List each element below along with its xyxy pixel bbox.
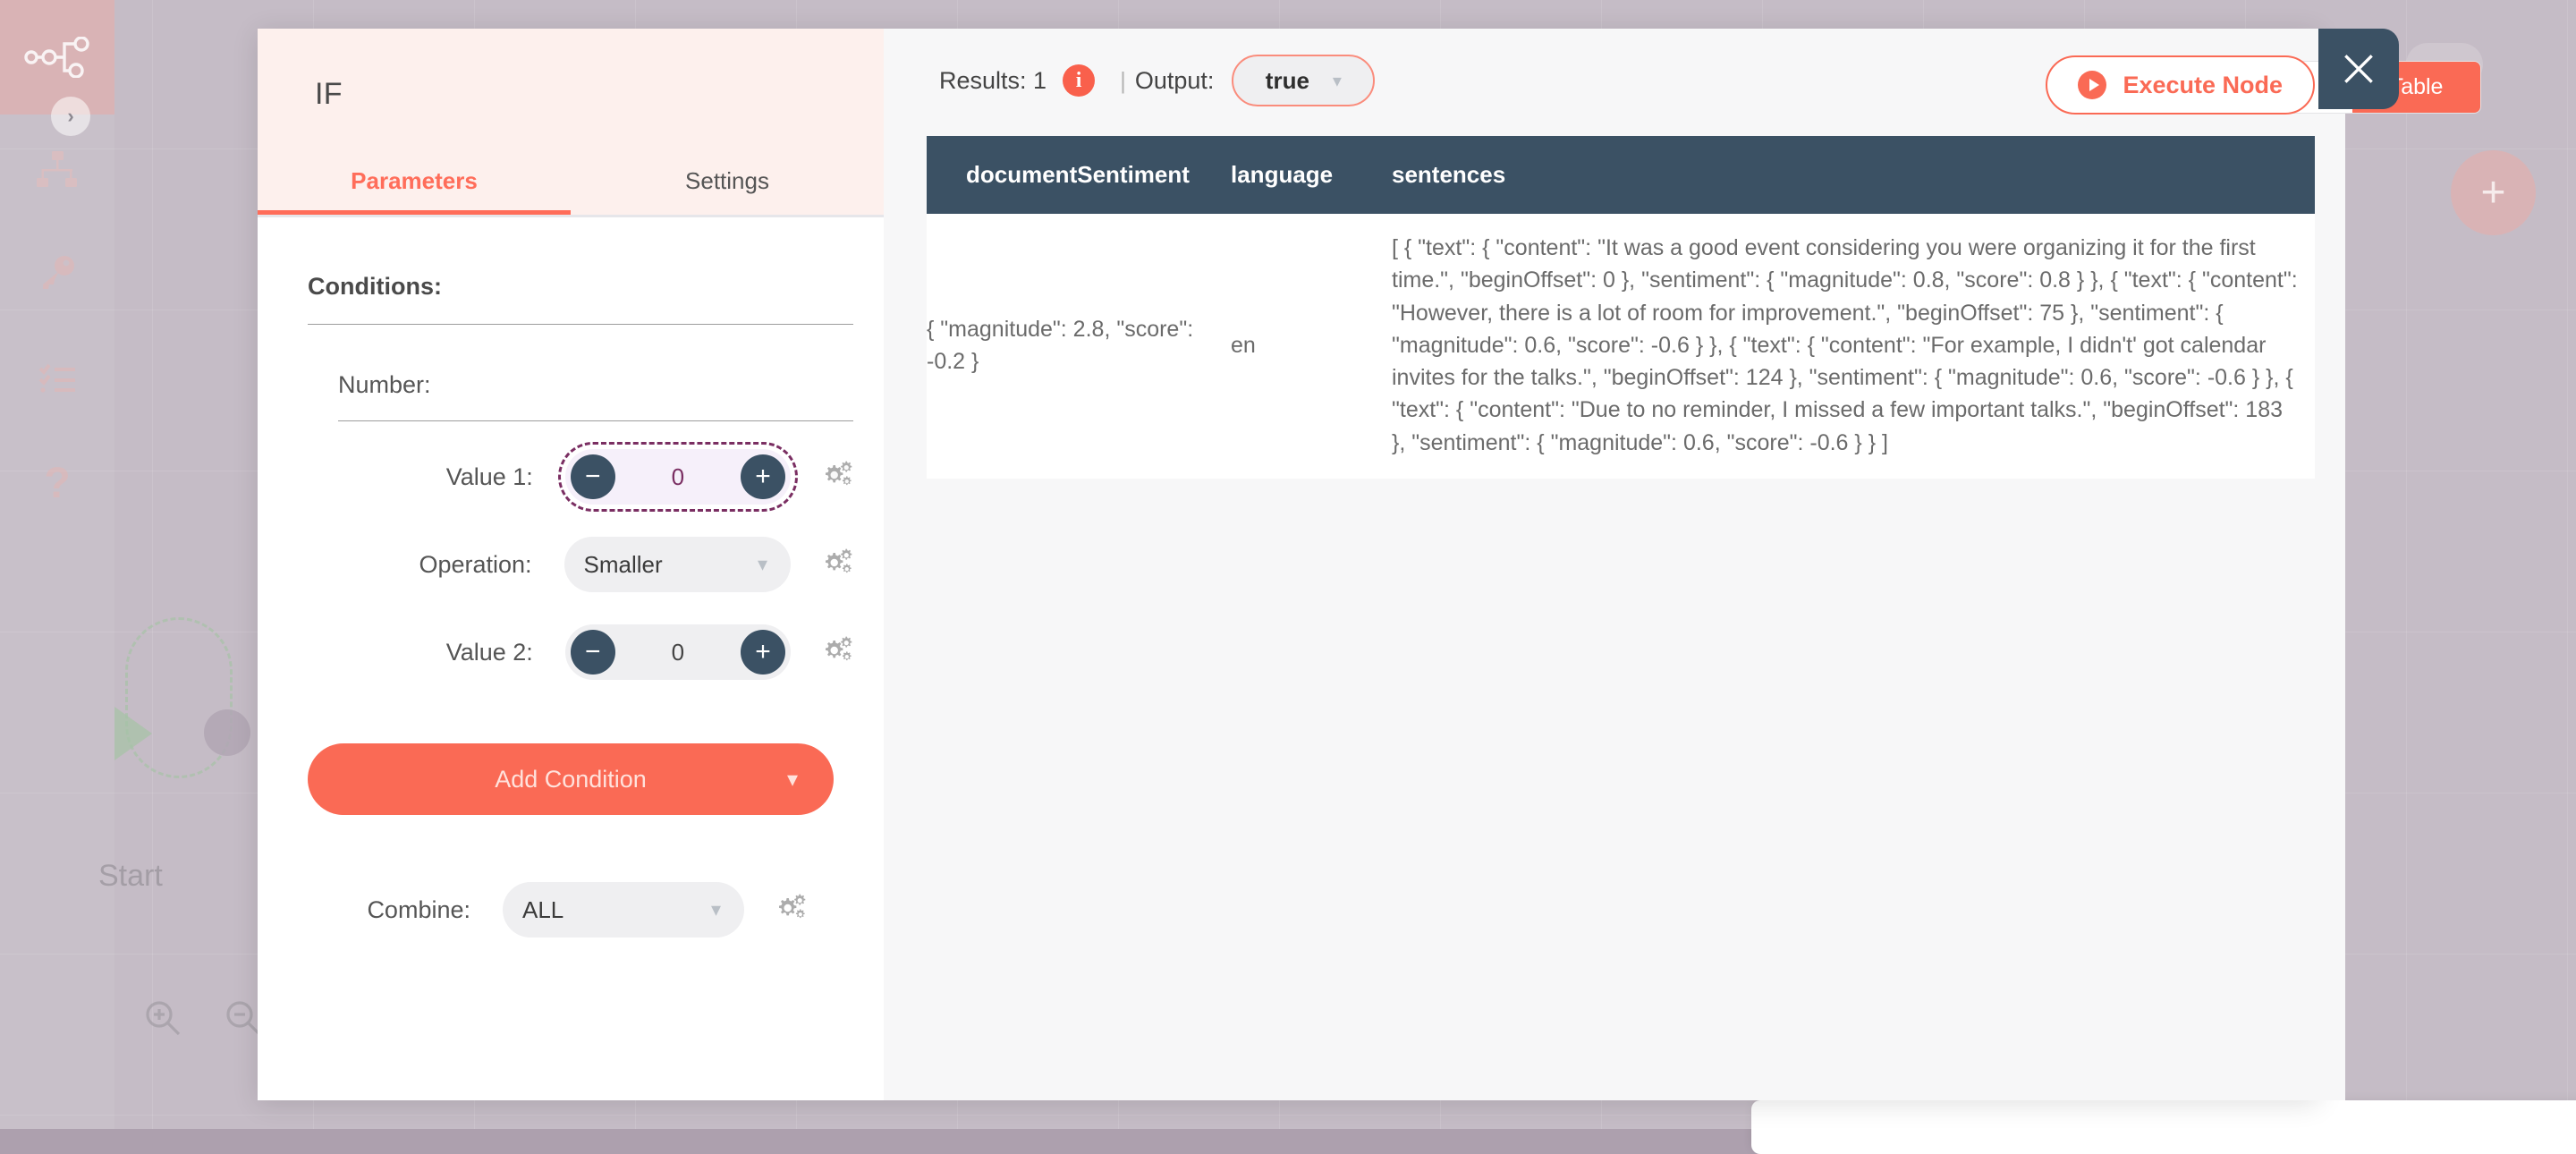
value1-decrement-button[interactable]: − xyxy=(571,454,615,499)
sidebar-expand-button[interactable]: › xyxy=(51,97,90,136)
value2-decrement-button[interactable]: − xyxy=(571,630,615,675)
start-node-label: Start xyxy=(98,859,163,894)
plus-icon: + xyxy=(2480,168,2505,217)
app-sidebar: › ? xyxy=(0,0,114,1129)
output-branch-value: true xyxy=(1266,67,1309,95)
operation-value: Smaller xyxy=(584,551,663,579)
parameter-row-operation: Operation: Smaller ▾ xyxy=(288,532,853,597)
gears-icon[interactable] xyxy=(821,547,853,582)
value2-stepper[interactable]: − 0 + xyxy=(565,624,791,680)
combine-label: Combine: xyxy=(288,896,503,924)
combine-select[interactable]: ALL ▾ xyxy=(503,882,744,938)
execute-node-label: Execute Node xyxy=(2123,72,2283,99)
parameters-body: Conditions: Number: Value 1: − 0 + xyxy=(258,217,884,942)
tab-parameters[interactable]: Parameters xyxy=(258,167,571,215)
zoom-in-icon[interactable] xyxy=(136,991,190,1045)
gears-icon[interactable] xyxy=(821,635,853,670)
divider xyxy=(308,324,853,325)
operation-select[interactable]: Smaller ▾ xyxy=(564,537,791,592)
value1-stepper[interactable]: − 0 + xyxy=(565,449,791,505)
column-header-language[interactable]: language xyxy=(1231,136,1392,214)
execute-node-button[interactable]: Execute Node xyxy=(2046,55,2315,115)
value2-increment-button[interactable]: + xyxy=(741,630,785,675)
value2-label: Value 2: xyxy=(288,639,565,666)
key-icon[interactable] xyxy=(0,246,114,300)
output-label: Output: xyxy=(1135,67,1215,95)
operation-label: Operation: xyxy=(288,551,564,579)
help-icon[interactable]: ? xyxy=(0,456,114,510)
node-detail-view: IF Parameters Settings Conditions: Numbe… xyxy=(258,29,2318,1100)
node-title: IF xyxy=(258,77,884,112)
combine-value: ALL xyxy=(522,896,564,924)
node-connector-dot[interactable] xyxy=(204,709,250,756)
checklist-icon[interactable] xyxy=(0,352,114,405)
add-node-button[interactable]: + xyxy=(2451,150,2536,235)
output-header: Results: 1 i | Output: true ▾ JSON Table… xyxy=(914,29,2315,132)
condition-group-label: Number: xyxy=(338,371,853,399)
results-count: Results: 1 xyxy=(939,67,1046,95)
table-row[interactable]: { "magnitude": 2.8, "score": -0.2 } en [… xyxy=(927,214,2315,479)
parameters-pane: IF Parameters Settings Conditions: Numbe… xyxy=(258,29,884,1100)
conditions-label: Conditions: xyxy=(308,273,853,301)
info-icon[interactable]: i xyxy=(1063,64,1095,97)
chevron-down-icon: ▾ xyxy=(711,898,721,921)
gears-icon[interactable] xyxy=(775,893,807,928)
parameter-tabs: Parameters Settings xyxy=(258,167,884,217)
add-condition-button[interactable]: Add Condition ▾ xyxy=(308,743,834,815)
table-header-row: documentSentiment language sentences xyxy=(927,136,2315,214)
add-condition-label: Add Condition xyxy=(495,766,647,793)
column-header-documentSentiment[interactable]: documentSentiment xyxy=(927,136,1231,214)
value1-label: Value 1: xyxy=(288,463,565,491)
output-branch-select[interactable]: true ▾ xyxy=(1232,55,1375,106)
chevron-down-icon: ▾ xyxy=(1333,70,1342,92)
workflow-logo-icon xyxy=(0,0,114,115)
bottom-panel[interactable] xyxy=(1751,1100,2576,1154)
chevron-down-icon: ▾ xyxy=(787,767,798,793)
divider xyxy=(338,420,853,421)
value1-increment-button[interactable]: + xyxy=(741,454,785,499)
parameter-row-value2: Value 2: − 0 + xyxy=(288,620,853,684)
cell-language: en xyxy=(1231,214,1392,479)
tab-settings[interactable]: Settings xyxy=(571,167,884,215)
chevron-down-icon: ▾ xyxy=(758,553,767,576)
value1-input[interactable]: 0 xyxy=(615,463,741,491)
close-button[interactable] xyxy=(2318,29,2399,109)
header-divider: | xyxy=(1120,67,1126,95)
start-node-play-icon xyxy=(114,707,152,760)
output-pane: Results: 1 i | Output: true ▾ JSON Table… xyxy=(884,29,2345,1100)
sitemap-icon[interactable] xyxy=(0,143,114,197)
parameters-header: IF Parameters Settings xyxy=(258,29,884,217)
play-icon xyxy=(2078,71,2106,99)
parameter-row-value1: Value 1: − 0 + xyxy=(288,445,853,509)
output-table: documentSentiment language sentences { "… xyxy=(927,136,2315,479)
cell-documentSentiment: { "magnitude": 2.8, "score": -0.2 } xyxy=(927,214,1231,479)
close-icon xyxy=(2339,49,2378,89)
column-header-sentences[interactable]: sentences xyxy=(1392,136,2315,214)
parameter-row-combine: Combine: ALL ▾ xyxy=(288,878,853,942)
gears-icon[interactable] xyxy=(821,460,853,495)
cell-sentences: [ { "text": { "content": "It was a good … xyxy=(1392,214,2315,479)
value2-input[interactable]: 0 xyxy=(615,639,741,666)
